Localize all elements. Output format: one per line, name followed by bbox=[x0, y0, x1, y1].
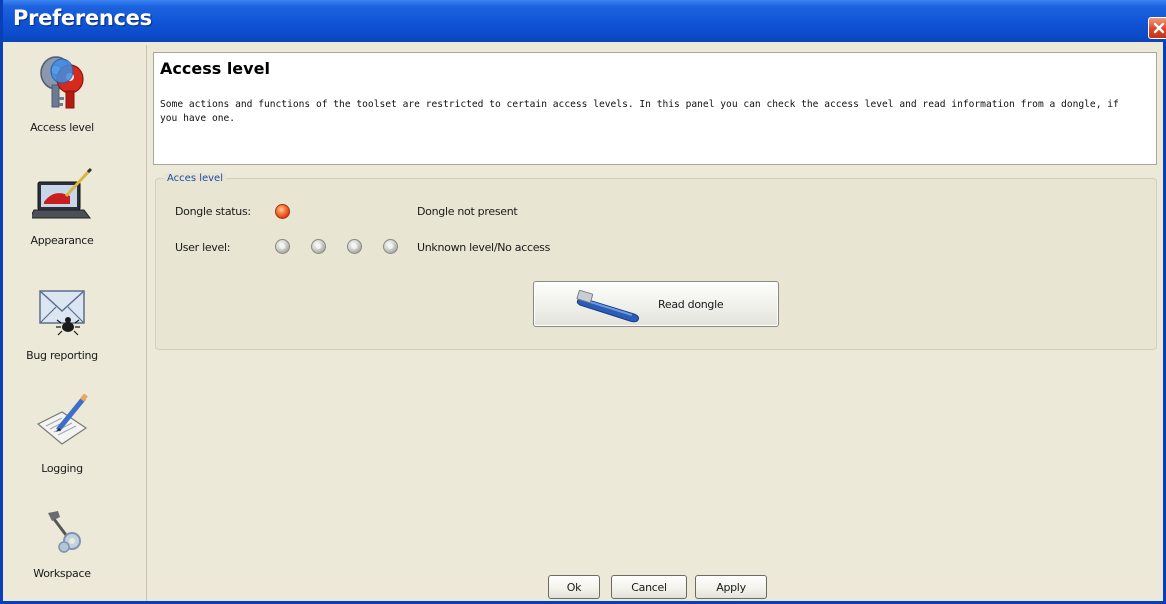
page-title: Access level bbox=[160, 59, 270, 78]
envelope-bug-icon bbox=[39, 290, 85, 336]
group-legend: Acces level bbox=[164, 173, 226, 184]
sidebar-item-label: Logging bbox=[41, 462, 83, 475]
tools-icon bbox=[48, 511, 81, 553]
close-icon bbox=[1153, 22, 1165, 34]
sidebar-item-logging[interactable]: Logging bbox=[6, 386, 118, 498]
sidebar-item-access-level[interactable]: Access level bbox=[6, 45, 118, 157]
sidebar-item-label: Access level bbox=[30, 121, 94, 134]
page-description: Some actions and functions of the toolse… bbox=[160, 99, 1119, 124]
sidebar-item-label: Appearance bbox=[30, 234, 94, 247]
title-bar[interactable]: Preferences bbox=[3, 0, 1166, 42]
notepad-pencil-icon bbox=[36, 394, 88, 445]
ok-button[interactable]: Ok bbox=[548, 575, 600, 599]
close-button[interactable] bbox=[1148, 17, 1166, 39]
user-level-indicator bbox=[275, 239, 290, 254]
read-dongle-label: Read dongle bbox=[658, 298, 724, 311]
sidebar-item-label: Workspace bbox=[33, 567, 91, 580]
dongle-status-indicator bbox=[275, 204, 290, 219]
cancel-button[interactable]: Cancel bbox=[611, 575, 687, 599]
laptop-brush-icon bbox=[32, 167, 92, 219]
apply-button[interactable]: Apply bbox=[695, 575, 767, 599]
dongle-status-value: Dongle not present bbox=[417, 205, 518, 218]
sidebar-item-label: Bug reporting bbox=[26, 349, 98, 362]
header-panel: Access level Some actions and functions … bbox=[153, 52, 1157, 165]
dongle-status-label: Dongle status: bbox=[175, 205, 251, 218]
read-dongle-button[interactable]: Read dongle bbox=[533, 281, 779, 327]
user-level-indicator bbox=[311, 239, 326, 254]
usb-dongle-icon bbox=[576, 289, 639, 323]
preferences-window: Preferences Access level Appearance Bug … bbox=[0, 0, 1166, 604]
sidebar-item-appearance[interactable]: Appearance bbox=[6, 158, 118, 270]
user-level-indicator bbox=[347, 239, 362, 254]
user-level-value: Unknown level/No access bbox=[417, 241, 551, 254]
user-level-label: User level: bbox=[175, 241, 231, 254]
sidebar-item-bug-reporting[interactable]: Bug reporting bbox=[6, 273, 118, 385]
sidebar-divider bbox=[146, 45, 147, 601]
sidebar: Access level Appearance Bug reporting Lo… bbox=[6, 45, 118, 601]
keys-icon bbox=[40, 56, 84, 109]
sidebar-item-workspace[interactable]: Workspace bbox=[6, 491, 118, 603]
user-level-indicator bbox=[383, 239, 398, 254]
window-title: Preferences bbox=[13, 6, 152, 30]
